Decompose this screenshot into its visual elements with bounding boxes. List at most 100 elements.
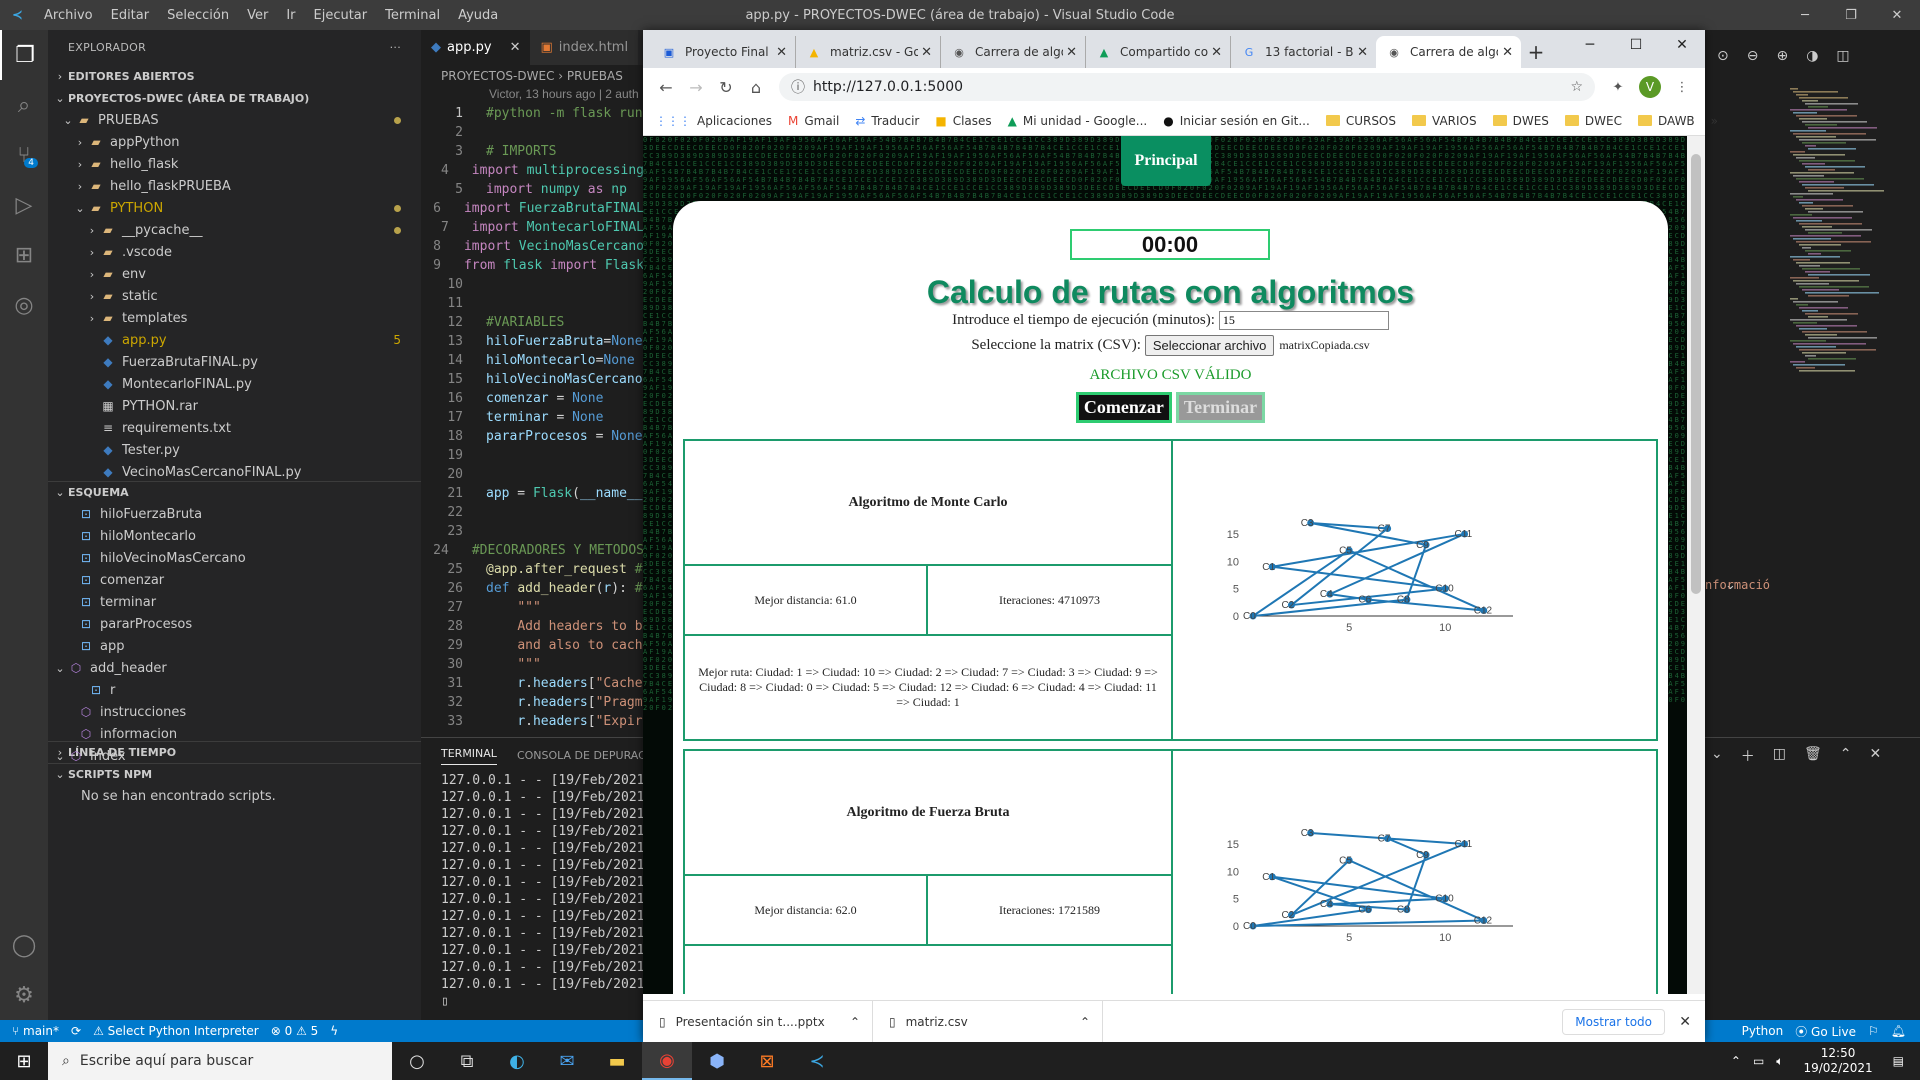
- tray-chevron-icon[interactable]: ⌃: [1731, 1054, 1741, 1068]
- volume-icon[interactable]: 🔈︎: [1776, 1054, 1783, 1069]
- tree-item[interactable]: › ▰ static: [48, 285, 421, 307]
- breadcrumb[interactable]: PROYECTOS-DWEC › PRUEBAS: [421, 65, 644, 87]
- chrome-taskbar-icon[interactable]: ◉: [642, 1042, 692, 1080]
- clock[interactable]: 12:50 19/02/2021: [1803, 1046, 1872, 1076]
- home-icon[interactable]: ⌂: [741, 78, 771, 97]
- menu-item[interactable]: Ir: [286, 8, 295, 23]
- outline-item[interactable]: ⌄ ⬡ add_header: [48, 657, 421, 679]
- time-input[interactable]: [1218, 311, 1389, 330]
- task-view-icon[interactable]: ⧉: [442, 1042, 492, 1080]
- outline-item[interactable]: ⊡ pararProcesos: [48, 613, 421, 635]
- dropdown-icon[interactable]: ⌄: [1711, 746, 1723, 766]
- editor-tab[interactable]: ◆ app.py ✕: [421, 30, 531, 65]
- browser-tab[interactable]: ▲ matriz.csv - Go ✕: [796, 36, 941, 68]
- reload-icon[interactable]: ↻: [711, 78, 741, 97]
- tree-item[interactable]: › ▰ __pycache__: [48, 219, 421, 241]
- bookmark-item[interactable]: DWES: [1492, 114, 1549, 128]
- chrome-menu-icon[interactable]: ⋮: [1667, 80, 1697, 95]
- restore-icon[interactable]: ❐: [1828, 0, 1874, 30]
- xampp-icon[interactable]: ⊠: [742, 1042, 792, 1080]
- scrollbar-thumb[interactable]: [1691, 154, 1701, 594]
- tree-item[interactable]: ◆ FuerzaBrutaFINAL.py: [48, 351, 421, 373]
- tree-item[interactable]: › ▰ templates: [48, 307, 421, 329]
- terminal-output[interactable]: 127.0.0.1 - - [19/Feb/2021 12 127.0.0.1 -…: [421, 773, 668, 994]
- tree-item[interactable]: › ▰ .vscode: [48, 241, 421, 263]
- close-tab-icon[interactable]: ✕: [776, 45, 787, 60]
- outline-item[interactable]: ⬡ informacion: [48, 723, 421, 745]
- menu-item[interactable]: Editar: [111, 8, 150, 23]
- menu-item[interactable]: Selección: [167, 8, 229, 23]
- tree-item[interactable]: › ▰ hello_flask: [48, 153, 421, 175]
- tree-item[interactable]: ◆ VecinoMasCercanoFINAL.py: [48, 461, 421, 481]
- menu-item[interactable]: Ver: [247, 8, 268, 23]
- chevron-up-icon[interactable]: ⌃: [850, 1015, 860, 1029]
- profile-avatar[interactable]: V: [1639, 76, 1661, 98]
- close-tab-icon[interactable]: ✕: [1066, 45, 1077, 60]
- principal-nav-button[interactable]: Principal: [1121, 136, 1211, 186]
- outline-item[interactable]: ⌄ ⬡ index: [48, 745, 421, 767]
- trash-icon[interactable]: 🗑: [1804, 746, 1822, 766]
- gear-icon[interactable]: ⚙: [0, 970, 48, 1020]
- menu-item[interactable]: Archivo: [44, 8, 93, 23]
- workspace-section[interactable]: ⌄ PROYECTOS-DWEC (ÁREA DE TRABAJO): [48, 87, 421, 109]
- minimap[interactable]: [1790, 88, 1910, 388]
- close-downloads-icon[interactable]: ✕: [1679, 1014, 1691, 1030]
- outline-item[interactable]: ⊡ hiloMontecarlo: [48, 525, 421, 547]
- tree-item[interactable]: › ▰ env: [48, 263, 421, 285]
- sync-icon[interactable]: ⟳: [71, 1024, 81, 1038]
- download-item[interactable]: ▯ Presentación sin t....pptx ⌃: [643, 1000, 873, 1043]
- notifications-icon[interactable]: 🔔︎: [1891, 1024, 1906, 1038]
- tree-item[interactable]: ◆ Tester.py: [48, 439, 421, 461]
- mail-icon[interactable]: ✉: [542, 1042, 592, 1080]
- new-tab-button[interactable]: +: [1521, 36, 1551, 68]
- tree-item[interactable]: › ▰ appPython: [48, 131, 421, 153]
- run-debug-icon[interactable]: ▷: [0, 180, 48, 230]
- close-tab-icon[interactable]: ✕: [1357, 45, 1368, 60]
- split-terminal-icon[interactable]: ◫: [1773, 746, 1786, 766]
- outline-item[interactable]: ⬡ instrucciones: [48, 701, 421, 723]
- close-icon[interactable]: ✕: [1874, 0, 1920, 30]
- menu-item[interactable]: Ejecutar: [314, 8, 368, 23]
- tree-item[interactable]: › ▰ hello_flaskPRUEBA: [48, 175, 421, 197]
- browser-tab[interactable]: ◉ Carrera de algo ✕: [1376, 36, 1521, 68]
- browser-tab[interactable]: ▲ Compartido con ✕: [1086, 36, 1231, 68]
- tree-item[interactable]: ◆ MontecarloFINAL.py: [48, 373, 421, 395]
- outline-item[interactable]: ⊡ r: [48, 679, 421, 701]
- maximize-icon[interactable]: ☐: [1613, 30, 1659, 60]
- tree-item[interactable]: ⌄ ▰ PYTHON: [48, 197, 421, 219]
- maximize-panel-icon[interactable]: ⌃: [1840, 746, 1852, 766]
- outline-item[interactable]: ⊡ terminar: [48, 591, 421, 613]
- lightning-icon[interactable]: ϟ: [330, 1024, 338, 1038]
- bookmark-item[interactable]: ⋮⋮⋮ Aplicaciones: [655, 114, 772, 128]
- forward-icon[interactable]: →: [681, 78, 711, 97]
- page-scrollbar[interactable]: [1687, 136, 1705, 994]
- outline-item[interactable]: ⊡ app: [48, 635, 421, 657]
- edge-icon[interactable]: ◐: [492, 1042, 542, 1080]
- menu-item[interactable]: Terminal: [385, 8, 440, 23]
- action-center-icon[interactable]: ▤: [1893, 1054, 1904, 1068]
- download-item[interactable]: ▯ matriz.csv ⌃: [873, 1000, 1103, 1043]
- tree-item[interactable]: ≡ requirements.txt: [48, 417, 421, 439]
- branch-status[interactable]: ⑂ main*: [12, 1024, 59, 1038]
- windows-start-icon[interactable]: ⊞: [0, 1042, 48, 1080]
- go-forward-icon[interactable]: ⊕: [1776, 48, 1788, 64]
- toggle-icon[interactable]: ◑: [1806, 48, 1818, 64]
- cortana-icon[interactable]: ○: [392, 1042, 442, 1080]
- close-tab-icon[interactable]: ✕: [1502, 45, 1513, 60]
- close-panel-icon[interactable]: ✕: [1869, 746, 1881, 766]
- stop-button[interactable]: Terminar: [1175, 392, 1266, 423]
- bookmark-item[interactable]: ■ Clases: [935, 114, 991, 128]
- search-icon[interactable]: ⌕: [0, 80, 48, 130]
- browser-tab[interactable]: ◉ Carrera de algo ✕: [941, 36, 1086, 68]
- outline-item[interactable]: ⊡ comenzar: [48, 569, 421, 591]
- panel-tab[interactable]: TERMINAL: [441, 747, 497, 765]
- problems-status[interactable]: ⊗ 0 ⚠ 5: [271, 1024, 319, 1038]
- start-button[interactable]: Comenzar: [1075, 392, 1172, 423]
- compare-icon[interactable]: ⊙: [1717, 48, 1729, 64]
- go-back-icon[interactable]: ⊖: [1747, 48, 1759, 64]
- open-editors-section[interactable]: › EDITORES ABIERTOS: [48, 65, 421, 87]
- more-bookmarks-icon[interactable]: »: [1711, 114, 1718, 128]
- close-tab-icon[interactable]: ✕: [1211, 45, 1222, 60]
- network-icon[interactable]: ▭: [1753, 1054, 1764, 1068]
- bookmark-item[interactable]: ⇄ Traducir: [855, 114, 919, 128]
